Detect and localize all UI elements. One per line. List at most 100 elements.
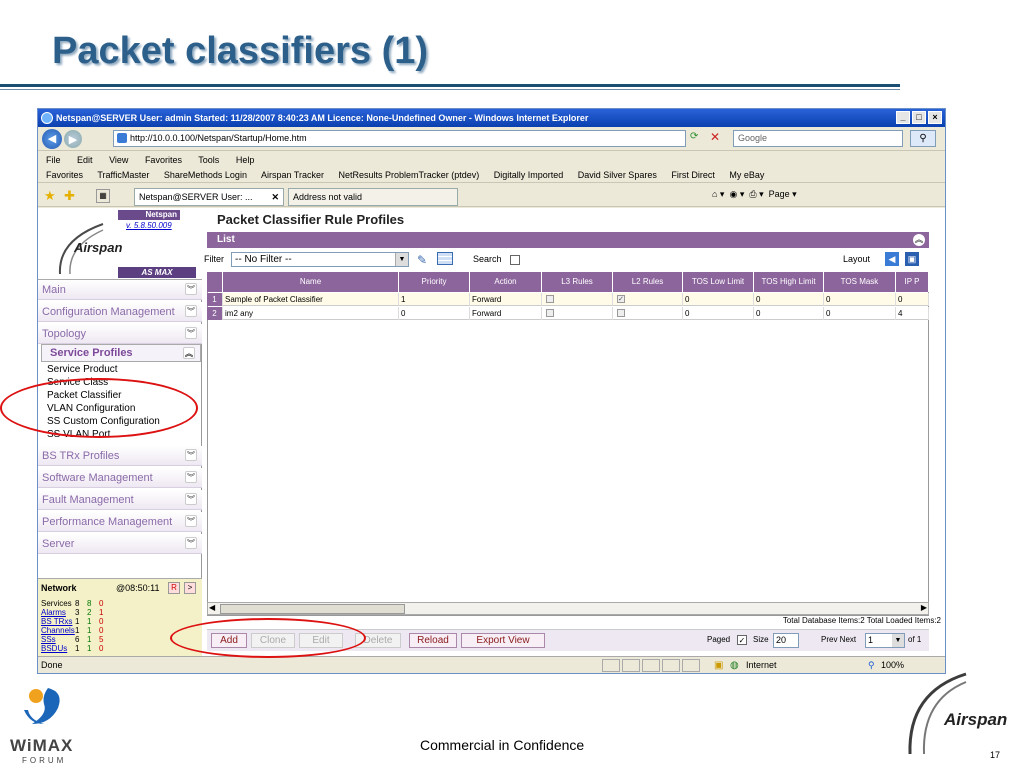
network-row[interactable]: BS TRxs 1 1 0 bbox=[41, 617, 103, 626]
back-icon[interactable]: ◀ bbox=[42, 129, 62, 149]
fav-trafficmaster[interactable]: TrafficMaster bbox=[97, 170, 149, 180]
refresh-icon[interactable]: ⟳ bbox=[690, 131, 698, 142]
network-next-button[interactable]: > bbox=[184, 582, 196, 594]
quick-tabs-icon[interactable]: ▦ bbox=[96, 189, 110, 203]
menu-favorites[interactable]: Favorites bbox=[145, 155, 182, 165]
layout-reset-icon[interactable]: ◀ bbox=[885, 252, 899, 266]
page-size-input[interactable]: 20 bbox=[773, 633, 799, 648]
menu-file[interactable]: File bbox=[46, 155, 61, 165]
column-header-l3-rules[interactable]: L3 Rules bbox=[542, 272, 613, 292]
fav-favorites[interactable]: Favorites bbox=[46, 170, 83, 180]
search-icon[interactable]: ⚲ bbox=[910, 130, 936, 147]
network-row-name[interactable]: Channels bbox=[41, 626, 75, 635]
fav-airspan-tracker[interactable]: Airspan Tracker bbox=[261, 170, 324, 180]
table-row[interactable]: 1 Sample of Packet Classifier 1 Forward ✓ 0 0 0… bbox=[207, 293, 929, 306]
chevron-down-icon[interactable]: ︾ bbox=[185, 283, 197, 295]
network-row[interactable]: SSs 6 1 5 bbox=[41, 635, 103, 644]
chevron-down-icon[interactable]: ︾ bbox=[185, 471, 197, 483]
chevron-down-icon[interactable]: ︾ bbox=[185, 327, 197, 339]
chevron-down-icon[interactable]: ︾ bbox=[185, 515, 197, 527]
page-menu[interactable]: Page ▾ bbox=[769, 189, 797, 199]
chevron-down-icon[interactable]: ︾ bbox=[185, 305, 197, 317]
forward-icon[interactable]: ▶ bbox=[64, 130, 82, 148]
fav-netresults[interactable]: NetResults ProblemTracker (ptdev) bbox=[339, 170, 480, 180]
sidebar-section-performance-management[interactable]: Performance Management ︾ bbox=[38, 512, 202, 532]
stop-icon[interactable]: ✕ bbox=[710, 130, 720, 144]
sidebar-section-software-management[interactable]: Software Management ︾ bbox=[38, 468, 202, 488]
network-row[interactable]: BSDUs 1 1 0 bbox=[41, 644, 103, 653]
column-header-tos-low[interactable]: TOS Low Limit bbox=[683, 272, 754, 292]
column-header-tos-mask[interactable]: TOS Mask bbox=[824, 272, 896, 292]
collapse-icon[interactable]: ︽ bbox=[913, 234, 925, 246]
chevron-down-icon[interactable]: ︾ bbox=[185, 537, 197, 549]
save-layout-icon[interactable]: ▣ bbox=[905, 252, 919, 266]
fav-my-ebay[interactable]: My eBay bbox=[729, 170, 764, 180]
home-icon[interactable]: ⌂ ▾ bbox=[712, 189, 724, 199]
scroll-thumb[interactable] bbox=[220, 604, 405, 614]
chevron-down-icon: ▼ bbox=[395, 253, 408, 266]
favorites-star-icon[interactable]: ★ bbox=[44, 188, 56, 204]
edit-filter-icon[interactable]: ✎ bbox=[417, 253, 427, 267]
refresh-network-button[interactable]: R bbox=[168, 582, 180, 594]
page-number-select[interactable]: 1 ▼ bbox=[865, 633, 905, 648]
add-favorite-icon[interactable]: ✚ bbox=[64, 188, 75, 204]
feeds-icon[interactable]: ◉ ▾ bbox=[729, 189, 744, 199]
version-link[interactable]: v. 5.8.50.009 bbox=[126, 221, 172, 230]
fav-digitally-imported[interactable]: Digitally Imported bbox=[494, 170, 564, 180]
cell-tos-mask: 0 bbox=[824, 293, 896, 306]
maximize-button[interactable]: □ bbox=[912, 111, 926, 124]
chevron-up-icon[interactable]: ︽ bbox=[183, 347, 195, 359]
sidebar-section-server[interactable]: Server ︾ bbox=[38, 534, 202, 554]
chevron-down-icon[interactable]: ︾ bbox=[185, 493, 197, 505]
network-row[interactable]: Channels1 1 0 bbox=[41, 626, 103, 635]
menu-view[interactable]: View bbox=[109, 155, 128, 165]
sidebar-section-fault-management[interactable]: Fault Management ︾ bbox=[38, 490, 202, 510]
sidebar-section-bs-trx-profiles[interactable]: BS TRx Profiles ︾ bbox=[38, 446, 202, 466]
filter-select[interactable]: -- No Filter -- ▼ bbox=[231, 252, 409, 267]
print-icon[interactable]: ⎙ ▾ bbox=[749, 189, 763, 199]
scroll-right-icon[interactable]: ▶ bbox=[921, 603, 927, 612]
close-window-button[interactable]: × bbox=[928, 111, 942, 124]
close-tab-icon[interactable]: ✕ bbox=[271, 189, 279, 205]
minimize-button[interactable]: _ bbox=[896, 111, 910, 124]
paged-checkbox[interactable]: ✓ bbox=[737, 635, 747, 645]
menu-edit[interactable]: Edit bbox=[77, 155, 93, 165]
export-view-button[interactable]: Export View bbox=[461, 633, 545, 648]
sidebar-item-service-product[interactable]: Service Product bbox=[47, 364, 118, 376]
sidebar-section-service-profiles[interactable]: Service Profiles ︽ bbox=[41, 344, 201, 362]
fav-sharemethods[interactable]: ShareMethods Login bbox=[164, 170, 247, 180]
network-row-name[interactable]: Alarms bbox=[41, 608, 75, 617]
zoom-icon[interactable]: ⚲ bbox=[868, 657, 875, 673]
column-header-priority[interactable]: Priority bbox=[399, 272, 470, 292]
chevron-down-icon[interactable]: ︾ bbox=[185, 449, 197, 461]
sidebar-section-topology[interactable]: Topology ︾ bbox=[38, 324, 202, 344]
table-view-icon[interactable] bbox=[437, 252, 453, 265]
network-row[interactable]: Alarms 3 2 1 bbox=[41, 608, 103, 617]
tab-address-not-valid[interactable]: Address not valid bbox=[288, 188, 458, 206]
table-row[interactable]: 2 im2 any 0 Forward 0 0 0 4 bbox=[207, 307, 929, 320]
lock-icon: ▣ bbox=[714, 660, 724, 671]
column-header-l2-rules[interactable]: L2 Rules bbox=[613, 272, 683, 292]
network-row-name[interactable]: BS TRxs bbox=[41, 617, 75, 626]
sidebar-section-configuration[interactable]: Configuration Management ︾ bbox=[38, 302, 202, 322]
column-header-ip[interactable]: IP P bbox=[896, 272, 929, 292]
column-header-name[interactable]: Name bbox=[223, 272, 399, 292]
search-checkbox[interactable] bbox=[510, 255, 520, 265]
menu-tools[interactable]: Tools bbox=[198, 155, 219, 165]
column-header-action[interactable]: Action bbox=[470, 272, 542, 292]
column-header-tos-high[interactable]: TOS High Limit bbox=[754, 272, 824, 292]
tab-netspan[interactable]: Netspan@SERVER User: ... ✕ bbox=[134, 188, 284, 206]
network-row-name[interactable]: SSs bbox=[41, 635, 75, 644]
horizontal-scrollbar[interactable]: ◀ ▶ bbox=[207, 602, 929, 615]
fav-first-direct[interactable]: First Direct bbox=[671, 170, 715, 180]
prev-next-label[interactable]: Prev Next bbox=[821, 635, 856, 644]
fav-david-silver[interactable]: David Silver Spares bbox=[578, 170, 657, 180]
menu-help[interactable]: Help bbox=[236, 155, 255, 165]
network-row-name[interactable]: BSDUs bbox=[41, 644, 75, 653]
url-input[interactable]: http://10.0.0.100/Netspan/Startup/Home.h… bbox=[113, 130, 686, 147]
reload-button[interactable]: Reload bbox=[409, 633, 457, 648]
search-input[interactable]: Google bbox=[733, 130, 903, 147]
sidebar-section-main[interactable]: Main ︾ bbox=[38, 280, 202, 300]
scroll-left-icon[interactable]: ◀ bbox=[209, 603, 215, 612]
of-pages-label: of 1 bbox=[908, 635, 922, 644]
